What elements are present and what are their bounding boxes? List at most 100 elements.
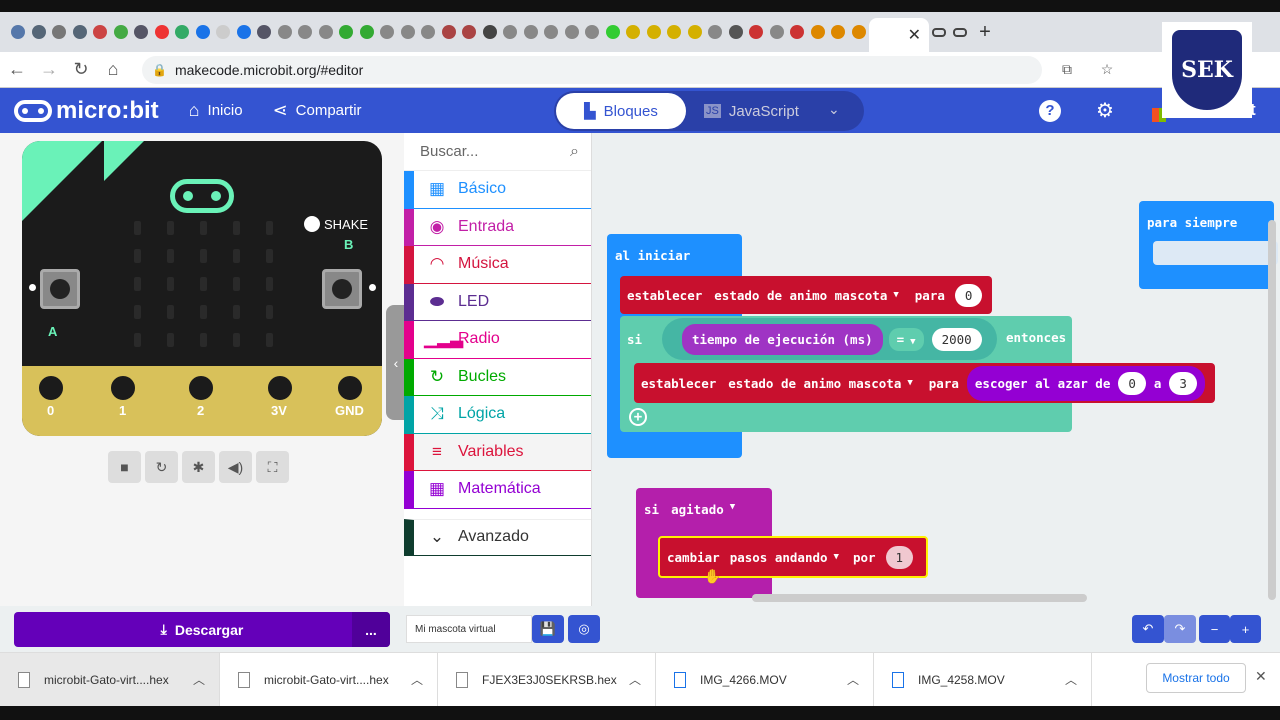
- chevron-up-icon[interactable]: ︿: [629, 671, 641, 688]
- tab[interactable]: [90, 20, 111, 44]
- gesture-dropdown[interactable]: agitado: [671, 502, 724, 517]
- variable-dropdown[interactable]: pasos andando: [730, 550, 828, 565]
- value-input[interactable]: 2000: [931, 327, 982, 351]
- tab[interactable]: [644, 20, 665, 44]
- project-name-input[interactable]: Mi mascota virtual: [406, 615, 532, 643]
- github-icon[interactable]: ◎: [568, 615, 600, 643]
- tab[interactable]: [849, 20, 870, 44]
- tab[interactable]: [418, 20, 439, 44]
- tab[interactable]: [295, 20, 316, 44]
- tab[interactable]: [336, 20, 357, 44]
- random-block[interactable]: escoger al azar de 0 a 3: [966, 365, 1205, 401]
- tab[interactable]: [746, 20, 767, 44]
- gear-icon[interactable]: ⚙: [1096, 98, 1114, 123]
- zoom-out-icon[interactable]: −: [1199, 615, 1230, 643]
- reload-icon[interactable]: ↻: [66, 59, 96, 80]
- active-tab[interactable]: ✕: [869, 18, 929, 52]
- category-avanzado[interactable]: ⌄ Avanzado: [404, 518, 591, 556]
- download-item[interactable]: FJEX3E3J0SEKRSB.hex ︿: [438, 652, 656, 707]
- tab[interactable]: [500, 20, 521, 44]
- change-variable-block[interactable]: cambiar pasos andando ▼ por 1: [658, 536, 928, 578]
- tab[interactable]: [808, 20, 829, 44]
- chevron-up-icon[interactable]: ︿: [847, 671, 859, 688]
- download-button[interactable]: ⤓ Descargar...: [14, 612, 390, 647]
- home-button[interactable]: ⌂ Inicio: [189, 100, 243, 121]
- pin-3v[interactable]: [265, 373, 295, 403]
- tab[interactable]: [582, 20, 603, 44]
- shake-button[interactable]: SHAKE: [304, 216, 368, 232]
- bookmark-star-icon[interactable]: ☆: [1092, 61, 1122, 78]
- value-input[interactable]: 1: [885, 545, 914, 569]
- microbit-logo[interactable]: micro:bit: [14, 97, 159, 125]
- show-all-downloads-button[interactable]: Mostrar todo: [1146, 663, 1246, 693]
- zoom-in-icon[interactable]: +: [1230, 615, 1261, 643]
- value-input[interactable]: 0: [954, 283, 983, 307]
- tab[interactable]: [254, 20, 275, 44]
- forever-block[interactable]: para siempre: [1139, 201, 1278, 289]
- new-tab-button[interactable]: +: [970, 21, 1000, 44]
- chevron-down-icon[interactable]: ⌄: [828, 101, 840, 118]
- translate-icon[interactable]: ⧉: [1052, 61, 1082, 78]
- tab[interactable]: [705, 20, 726, 44]
- category-basico[interactable]: ▦ Básico: [404, 171, 591, 209]
- tab[interactable]: [459, 20, 480, 44]
- blocks-mode-button[interactable]: ▙ Bloques: [556, 93, 686, 129]
- value-input[interactable]: 3: [1169, 371, 1197, 395]
- tab[interactable]: [29, 20, 50, 44]
- tab[interactable]: [685, 20, 706, 44]
- tab[interactable]: [131, 20, 152, 44]
- tab[interactable]: [398, 20, 419, 44]
- back-arrow-icon[interactable]: ←: [2, 59, 32, 80]
- tab[interactable]: [152, 20, 173, 44]
- variable-dropdown[interactable]: estado de animo mascota: [714, 288, 887, 303]
- tab[interactable]: [562, 20, 583, 44]
- collapse-simulator-button[interactable]: ‹: [386, 305, 406, 420]
- set-variable-block[interactable]: establecer estado de animo mascota ▼ para…: [620, 276, 992, 314]
- category-matematica[interactable]: ▦ Matemática: [404, 471, 591, 509]
- tab[interactable]: [70, 20, 91, 44]
- microbit-simulator-board[interactable]: A B SHAKE 0 1 2 3V GND: [22, 141, 382, 436]
- pin-2[interactable]: [186, 373, 216, 403]
- url-input[interactable]: 🔒 makecode.microbit.org/#editor: [142, 55, 1042, 84]
- category-logica[interactable]: ⤨ Lógica: [404, 396, 591, 434]
- category-variables[interactable]: ≡ Variables: [404, 433, 591, 471]
- button-a[interactable]: [40, 269, 80, 309]
- chevron-up-icon[interactable]: ︿: [411, 671, 423, 688]
- debug-bug-icon[interactable]: ✱: [182, 451, 215, 483]
- tab[interactable]: [172, 20, 193, 44]
- stop-icon[interactable]: ■: [108, 451, 141, 483]
- tab[interactable]: [480, 20, 501, 44]
- tab[interactable]: [929, 20, 950, 44]
- operator-dropdown[interactable]: = ▼: [888, 327, 924, 351]
- chevron-up-icon[interactable]: ︿: [1065, 671, 1077, 688]
- category-led[interactable]: ⬬ LED: [404, 283, 591, 321]
- redo-icon[interactable]: ↷: [1164, 615, 1196, 643]
- tab[interactable]: [439, 20, 460, 44]
- tab[interactable]: [193, 20, 214, 44]
- tab[interactable]: [521, 20, 542, 44]
- equals-comparison[interactable]: tiempo de ejecución (ms) = ▼ 2000: [662, 318, 997, 360]
- variable-dropdown[interactable]: estado de animo mascota: [728, 376, 901, 391]
- help-icon[interactable]: ?: [1039, 100, 1061, 122]
- tab[interactable]: [541, 20, 562, 44]
- tab[interactable]: [726, 20, 747, 44]
- horizontal-scrollbar[interactable]: [752, 594, 1087, 602]
- value-input[interactable]: 0: [1118, 371, 1146, 395]
- toolbox-search-input[interactable]: Buscar... ⌕: [404, 133, 591, 171]
- save-icon[interactable]: 💾: [532, 615, 564, 643]
- tab[interactable]: [213, 20, 234, 44]
- tab[interactable]: [377, 20, 398, 44]
- home-icon[interactable]: ⌂: [98, 59, 128, 80]
- button-b[interactable]: [322, 269, 362, 309]
- pin-0[interactable]: [36, 373, 66, 403]
- pin-gnd[interactable]: [335, 373, 365, 403]
- tab[interactable]: [950, 20, 971, 44]
- tab[interactable]: [316, 20, 337, 44]
- pin-1[interactable]: [108, 373, 138, 403]
- tab[interactable]: [111, 20, 132, 44]
- tab[interactable]: [664, 20, 685, 44]
- tab[interactable]: [234, 20, 255, 44]
- more-options-button[interactable]: ...: [352, 612, 390, 647]
- javascript-mode-button[interactable]: JS JavaScript: [704, 91, 799, 131]
- set-variable-block[interactable]: establecer estado de animo mascota ▼ para…: [634, 363, 1215, 403]
